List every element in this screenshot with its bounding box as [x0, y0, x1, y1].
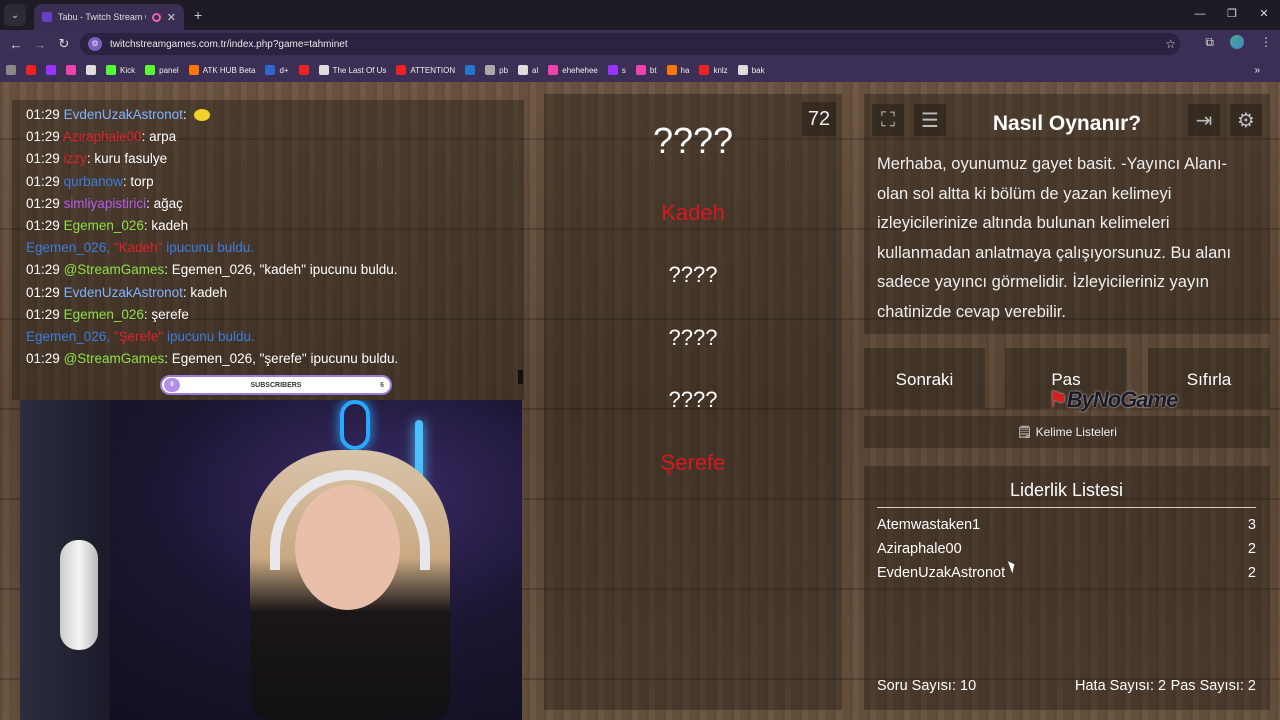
recording-icon — [151, 12, 161, 22]
bookmark-pinterest[interactable] — [298, 65, 309, 75]
chat-message: 01:29 Egemen_026: kadeh — [26, 218, 189, 234]
bookmark-pb[interactable]: pb — [485, 65, 508, 75]
back-arrow-icon[interactable]: ← — [4, 37, 28, 52]
bookmark-star-icon[interactable]: ☆ — [1165, 37, 1176, 51]
bookmark-last-of-us[interactable]: The Last Of Us — [318, 65, 386, 75]
bookmark-al[interactable]: al — [518, 65, 538, 75]
tab-title: Tabu - Twitch Stream Game — [58, 12, 146, 22]
bookmark-kick[interactable]: Kick — [106, 65, 135, 75]
bookmark-bt[interactable]: bt — [635, 65, 657, 75]
webcam-feed — [20, 400, 522, 720]
apps-icon[interactable] — [6, 65, 16, 75]
bookmark-linkedin[interactable] — [465, 65, 476, 75]
chat-message: 01:29 izzy: kuru fasulye — [26, 151, 168, 167]
window-controls: — ❐ ✕ — [1184, 0, 1280, 30]
tab-bar: ⌄ Tabu - Twitch Stream Game ✕ + — ❐ ✕ — [0, 0, 1280, 30]
leaderboard-row: Atemwastaken1 3 — [877, 517, 1256, 533]
bookmark-ha[interactable]: ha — [666, 65, 689, 75]
leaderboard-row: Aziraphale00 2 — [877, 541, 1256, 557]
bookmark-instagram[interactable] — [66, 65, 76, 75]
how-to-play-text: Merhaba, oyunumuz gayet basit. -Yayıncı … — [877, 155, 1232, 321]
subscriber-goal-bar: 0 SUBSCRIBERS 6 — [160, 375, 392, 395]
pass-count: Pas Sayısı: 2 — [1170, 678, 1256, 694]
how-to-play-panel: ⛶ ☰ Nasıl Oynanır? ⇥ ⚙ Merhaba, oyunumuz… — [864, 94, 1270, 334]
sub-goal-count: 6 — [380, 381, 384, 389]
bookmark-twitch[interactable] — [46, 65, 56, 75]
system-message: Egemen_026, "Şerefe" ipucunu buldu. — [26, 329, 255, 345]
bookmark-s[interactable]: s — [607, 65, 626, 75]
chat-message: 01:29 qurbanow: torp — [26, 173, 154, 189]
site-info-icon[interactable]: ⚙ — [88, 37, 102, 51]
game-area: 01:29 EvdenUzakAstronot: 01:29 Aziraphal… — [0, 82, 1280, 720]
chat-message: 01:29 simliyapistirici: ağaç — [26, 195, 183, 211]
chat-message: 01:29 EvdenUzakAstronot: kadeh — [26, 284, 228, 300]
leaderboard-title: Liderlik Listesi — [877, 480, 1256, 508]
system-message: Egemen_026, "Kadeh" ipucunu buldu. — [26, 240, 255, 256]
forward-arrow-icon[interactable]: → — [28, 37, 52, 52]
close-window-button[interactable]: ✕ — [1248, 0, 1280, 30]
chat-panel: 01:29 EvdenUzakAstronot: 01:29 Aziraphal… — [12, 100, 524, 400]
emote-icon — [194, 109, 211, 122]
neon-light — [340, 400, 370, 450]
chat-scrollbar[interactable] — [518, 370, 523, 384]
url-text: twitchstreamgames.com.tr/index.php?game=… — [110, 38, 348, 50]
sub-goal-label: SUBSCRIBERS — [250, 381, 302, 389]
hint-word: ???? — [668, 387, 718, 412]
extensions-icon[interactable]: ⧉ — [1205, 35, 1214, 50]
chat-message: 01:29 @StreamGames: Egemen_026, "şerefe"… — [26, 351, 399, 367]
address-bar-row: ← → ↻ ⚙ twitchstreamgames.com.tr/index.p… — [0, 30, 1280, 58]
menu-dots-icon[interactable]: ⋮ — [1260, 35, 1272, 50]
bookmarks-bar: Kick panel ATK HUB Beta d+ The Last Of U… — [0, 58, 1280, 82]
leaderboard-row: EvdenUzakAstronot 2 — [877, 565, 1256, 581]
bookmark-atk-hub[interactable]: ATK HUB Beta — [188, 65, 255, 75]
active-tab[interactable]: Tabu - Twitch Stream Game ✕ — [34, 4, 184, 30]
hint-word: Kadeh — [661, 200, 725, 225]
bookmark-panel[interactable]: panel — [145, 65, 179, 75]
error-count: Hata Sayısı: 2 — [1075, 678, 1167, 694]
minimize-button[interactable]: — — [1184, 0, 1216, 30]
chat-message: 01:29 @StreamGames: Egemen_026, "kadeh" … — [26, 262, 398, 278]
url-field[interactable]: ⚙ twitchstreamgames.com.tr/index.php?gam… — [80, 33, 1180, 55]
logout-icon[interactable]: ⇥ — [1188, 104, 1220, 136]
bookmark-dplus[interactable]: d+ — [265, 65, 289, 75]
word-lists-button[interactable]: 🗒 Kelime Listeleri — [864, 416, 1270, 448]
flame-icon: ⚑ — [1048, 387, 1068, 412]
sub-current-count: 0 — [164, 378, 180, 392]
bookmark-ehehehee[interactable]: ehehehee — [548, 65, 598, 75]
chat-message: 01:29 Aziraphale00: arpa — [26, 129, 177, 145]
profile-avatar[interactable] — [1230, 35, 1244, 49]
bookmark-attention[interactable]: ATTENTION — [396, 65, 455, 75]
leaderboard-panel: Liderlik Listesi Atemwastaken1 3 Azirapha… — [864, 466, 1270, 710]
bookmark-youtube[interactable] — [26, 65, 36, 75]
reload-icon[interactable]: ↻ — [52, 36, 76, 52]
hint-word: Şerefe — [660, 450, 726, 475]
word-card: 72 ???? Kadeh ???? ???? ???? Şerefe — [544, 94, 842, 710]
chat-message: 01:29 Egemen_026: şerefe — [26, 306, 189, 322]
question-count: Soru Sayısı: 10 — [877, 678, 977, 694]
new-tab-button[interactable]: + — [194, 7, 202, 23]
bookmark-bak[interactable]: bak — [737, 65, 765, 75]
next-button[interactable]: Sonraki — [864, 348, 985, 408]
close-tab-icon[interactable]: ✕ — [167, 11, 176, 24]
restore-button[interactable]: ❐ — [1216, 0, 1248, 30]
more-bookmarks-icon[interactable]: » — [1254, 65, 1260, 76]
bookmark-knlz[interactable]: knlz — [699, 65, 728, 75]
chat-message: 01:29 EvdenUzakAstronot: — [26, 104, 510, 126]
tab-search-button[interactable]: ⌄ — [4, 4, 26, 26]
microphone-image — [60, 540, 98, 650]
hint-word: ???? — [668, 325, 718, 350]
target-word: ???? — [652, 120, 734, 161]
list-icon: 🗒 — [1017, 425, 1033, 439]
gear-icon[interactable]: ⚙ — [1230, 104, 1262, 136]
bookmark-x[interactable] — [86, 65, 96, 75]
bynogame-logo: ⚑ByNoGame — [1048, 387, 1178, 412]
site-favicon-icon — [42, 12, 52, 22]
hint-word: ???? — [668, 262, 718, 287]
